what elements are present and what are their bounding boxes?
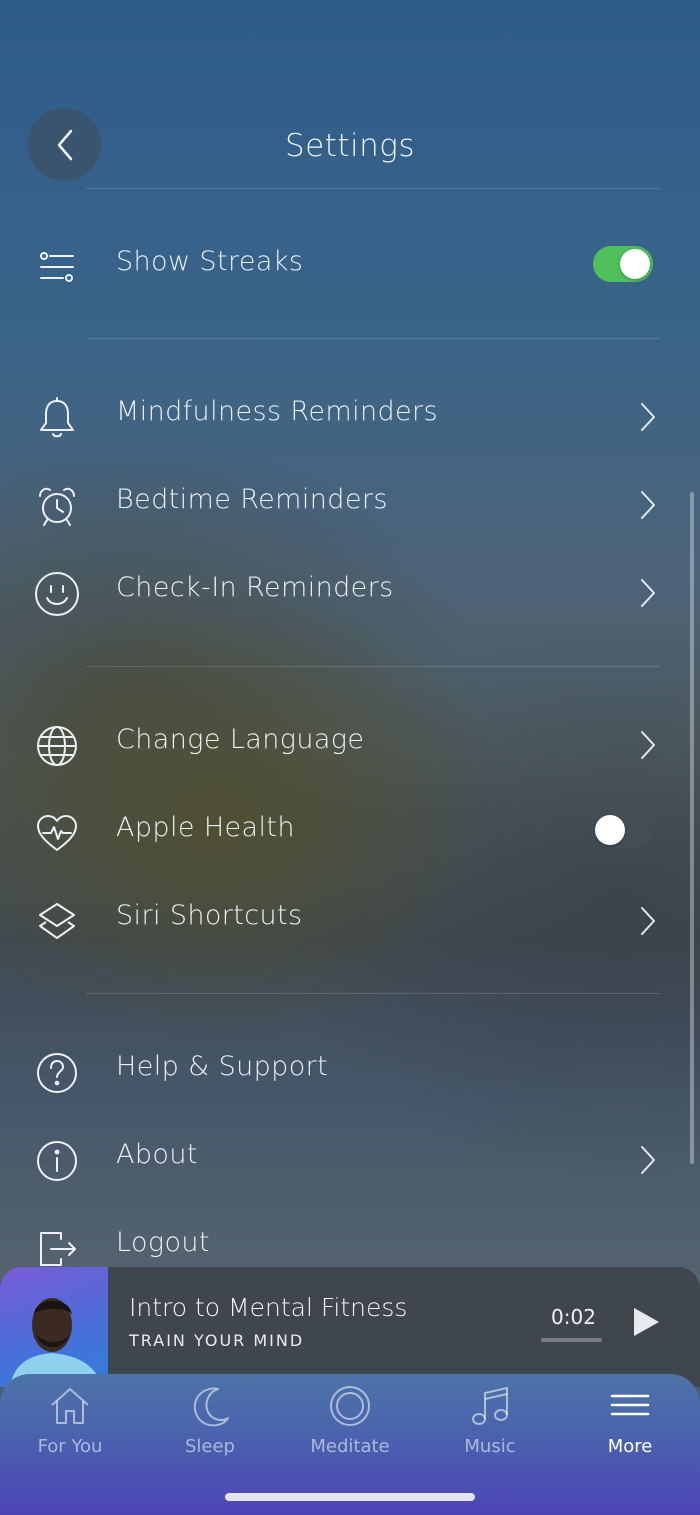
divider (86, 188, 660, 189)
chevron-right-icon (641, 907, 655, 935)
player-progress (541, 1338, 602, 1342)
setting-help-support[interactable]: Help & Support (0, 1031, 700, 1111)
tab-label: For You (37, 1436, 103, 1457)
smiley-icon (33, 570, 81, 618)
home-indicator[interactable] (225, 1493, 475, 1501)
sliders-icon (33, 244, 81, 292)
chevron-right-icon (641, 1146, 655, 1174)
setting-label: Apple Health (116, 812, 295, 843)
divider (86, 338, 660, 339)
globe-icon (33, 722, 81, 770)
setting-apple-health[interactable]: Apple Health (0, 792, 700, 872)
setting-bedtime-reminders[interactable]: Bedtime Reminders (0, 464, 700, 544)
setting-label: About (116, 1139, 198, 1170)
question-icon (33, 1049, 81, 1097)
tab-more[interactable]: More (560, 1384, 700, 1470)
tab-label: Meditate (310, 1436, 390, 1457)
music-note-icon (472, 1386, 508, 1425)
tab-label: More (607, 1436, 653, 1457)
logout-icon (33, 1225, 81, 1273)
setting-mindfulness-reminders[interactable]: Mindfulness Reminders (0, 376, 700, 456)
page-title: Settings (284, 128, 416, 164)
chevron-right-icon (641, 403, 655, 431)
setting-label: Siri Shortcuts (116, 900, 303, 931)
apple-health-toggle[interactable] (593, 812, 653, 848)
setting-label: Show Streaks (116, 246, 304, 277)
setting-show-streaks[interactable]: Show Streaks (0, 226, 700, 306)
tab-sleep[interactable]: Sleep (140, 1384, 280, 1470)
setting-label: Help & Support (116, 1051, 329, 1082)
play-icon[interactable] (630, 1305, 662, 1339)
moon-icon (193, 1387, 229, 1427)
divider (86, 666, 660, 667)
setting-label: Logout (116, 1227, 210, 1258)
chevron-right-icon (641, 491, 655, 519)
setting-label: Bedtime Reminders (116, 484, 388, 515)
tab-music[interactable]: Music (420, 1384, 560, 1470)
divider (86, 993, 660, 994)
toggle-knob (595, 815, 625, 845)
ring-icon (330, 1386, 370, 1426)
menu-icon (610, 1394, 650, 1416)
setting-about[interactable]: About (0, 1119, 700, 1199)
heart-pulse-icon (33, 810, 81, 858)
tab-meditate[interactable]: Meditate (280, 1384, 420, 1470)
show-streaks-toggle[interactable] (593, 246, 653, 282)
tab-for-you[interactable]: For You (0, 1384, 140, 1470)
mini-player[interactable]: Intro to Mental Fitness TRAIN YOUR MIND … (0, 1267, 700, 1387)
tab-label: Sleep (184, 1436, 235, 1457)
bell-icon (33, 394, 81, 442)
scrollbar[interactable] (690, 492, 694, 1164)
setting-label: Mindfulness Reminders (116, 396, 438, 427)
alarm-clock-icon (33, 482, 81, 530)
setting-check-in-reminders[interactable]: Check-In Reminders (0, 552, 700, 632)
setting-label: Check-In Reminders (116, 572, 394, 603)
header: Settings (0, 108, 700, 184)
player-title: Intro to Mental Fitness (129, 1293, 408, 1322)
player-time: 0:02 (551, 1305, 596, 1329)
shortcuts-icon (33, 898, 81, 946)
home-icon (51, 1388, 89, 1424)
chevron-right-icon (641, 579, 655, 607)
tab-label: Music (464, 1436, 516, 1457)
toggle-knob (620, 249, 650, 279)
setting-label: Change Language (116, 724, 365, 755)
player-subtitle: TRAIN YOUR MIND (129, 1331, 305, 1350)
setting-siri-shortcuts[interactable]: Siri Shortcuts (0, 880, 700, 960)
setting-change-language[interactable]: Change Language (0, 704, 700, 784)
chevron-right-icon (641, 731, 655, 759)
info-icon (33, 1137, 81, 1185)
album-art (0, 1267, 108, 1387)
